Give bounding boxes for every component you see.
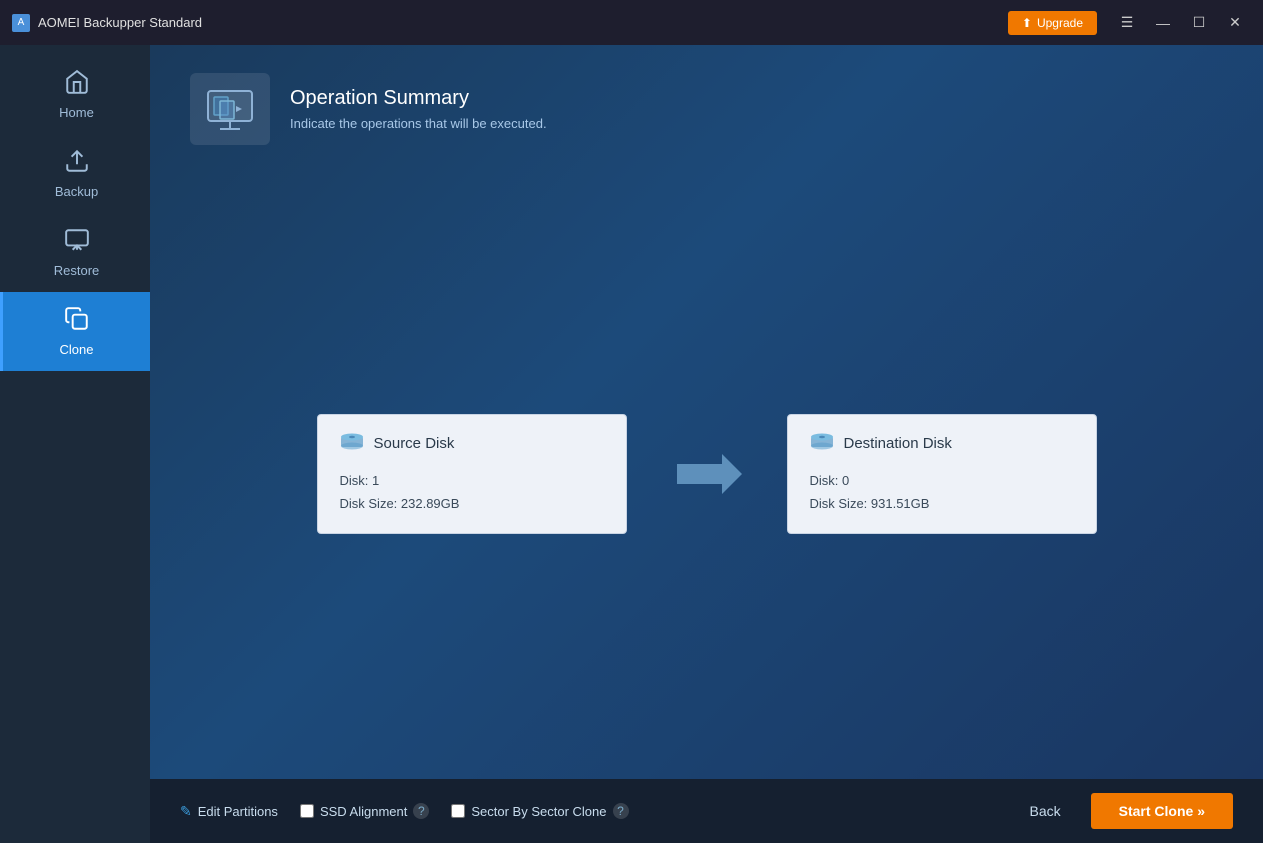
sector-by-sector-label: Sector By Sector Clone: [471, 804, 606, 819]
source-disk-number: Disk: 1: [340, 469, 604, 492]
maximize-button[interactable]: ☐: [1183, 9, 1215, 37]
destination-disk-size: Disk Size: 931.51GB: [810, 492, 1074, 515]
ssd-alignment-help-icon[interactable]: ?: [413, 803, 429, 819]
app-title: AOMEI Backupper Standard: [38, 15, 202, 30]
source-disk-header: Source Disk: [340, 433, 604, 455]
upgrade-button[interactable]: ⬆ Upgrade: [1008, 11, 1097, 35]
minimize-icon: —: [1156, 15, 1170, 31]
clone-diagram: Source Disk Disk: 1 Disk Size: 232.89GB: [150, 169, 1263, 779]
header-text-block: Operation Summary Indicate the operation…: [290, 87, 547, 131]
sidebar-item-restore[interactable]: Restore: [0, 213, 150, 292]
ssd-alignment-label: SSD Alignment: [320, 804, 407, 819]
menu-button[interactable]: ☰: [1111, 9, 1143, 37]
source-disk-title: Source Disk: [374, 435, 455, 452]
sector-by-sector-help-icon[interactable]: ?: [613, 803, 629, 819]
titlebar-controls: ⬆ Upgrade ☰ — ☐ ✕: [1008, 9, 1251, 37]
clone-arrow: [667, 449, 747, 499]
content-area: Operation Summary Indicate the operation…: [150, 45, 1263, 843]
restore-icon: [64, 227, 90, 257]
sidebar-label-restore: Restore: [54, 263, 100, 278]
edit-partitions-label: Edit Partitions: [198, 804, 278, 819]
header-title: Operation Summary: [290, 87, 547, 110]
sidebar: Home Backup Restore: [0, 45, 150, 843]
destination-disk-info: Disk: 0 Disk Size: 931.51GB: [810, 469, 1074, 516]
close-icon: ✕: [1229, 14, 1241, 31]
destination-disk-icon: [810, 433, 834, 455]
edit-partitions-icon: ✎: [180, 803, 192, 820]
destination-disk-header: Destination Disk: [810, 433, 1074, 455]
menu-icon: ☰: [1121, 14, 1134, 31]
header-icon-box: [190, 73, 270, 145]
arrow-container: [667, 449, 747, 499]
upgrade-icon: ⬆: [1022, 16, 1032, 30]
titlebar: A AOMEI Backupper Standard ⬆ Upgrade ☰ —…: [0, 0, 1263, 45]
minimize-button[interactable]: —: [1147, 9, 1179, 37]
start-clone-button[interactable]: Start Clone »: [1091, 793, 1233, 829]
header-subtitle: Indicate the operations that will be exe…: [290, 116, 547, 131]
destination-disk-card: Destination Disk Disk: 0 Disk Size: 931.…: [787, 414, 1097, 535]
source-disk-size: Disk Size: 232.89GB: [340, 492, 604, 515]
close-button[interactable]: ✕: [1219, 9, 1251, 37]
titlebar-left: A AOMEI Backupper Standard: [12, 14, 202, 32]
clone-icon: [64, 306, 90, 336]
sidebar-label-clone: Clone: [60, 342, 94, 357]
sidebar-item-backup[interactable]: Backup: [0, 134, 150, 213]
maximize-icon: ☐: [1193, 14, 1206, 31]
main-layout: Home Backup Restore: [0, 45, 1263, 843]
source-disk-icon: [340, 433, 364, 455]
sector-by-sector-checkbox[interactable]: [451, 804, 465, 818]
content-header: Operation Summary Indicate the operation…: [150, 45, 1263, 169]
backup-icon: [64, 148, 90, 178]
ssd-alignment-checkbox[interactable]: [300, 804, 314, 818]
upgrade-label: Upgrade: [1037, 16, 1083, 30]
destination-disk-title: Destination Disk: [844, 435, 952, 452]
back-label: Back: [1030, 803, 1061, 819]
sector-by-sector-option[interactable]: Sector By Sector Clone ?: [451, 803, 628, 819]
ssd-alignment-option[interactable]: SSD Alignment ?: [300, 803, 429, 819]
start-clone-label: Start Clone »: [1119, 803, 1205, 819]
sidebar-label-home: Home: [59, 105, 94, 120]
source-disk-info: Disk: 1 Disk Size: 232.89GB: [340, 469, 604, 516]
sidebar-label-backup: Backup: [55, 184, 98, 199]
destination-disk-number: Disk: 0: [810, 469, 1074, 492]
footer-left: ✎ Edit Partitions SSD Alignment ? Sector…: [180, 803, 629, 820]
edit-partitions-option[interactable]: ✎ Edit Partitions: [180, 803, 278, 820]
source-disk-card: Source Disk Disk: 1 Disk Size: 232.89GB: [317, 414, 627, 535]
app-icon: A: [12, 14, 30, 32]
back-button[interactable]: Back: [1014, 795, 1077, 827]
footer-right: Back Start Clone »: [1014, 793, 1233, 829]
footer-bar: ✎ Edit Partitions SSD Alignment ? Sector…: [150, 779, 1263, 843]
home-icon: [64, 69, 90, 99]
sidebar-item-clone[interactable]: Clone: [0, 292, 150, 371]
sidebar-item-home[interactable]: Home: [0, 55, 150, 134]
